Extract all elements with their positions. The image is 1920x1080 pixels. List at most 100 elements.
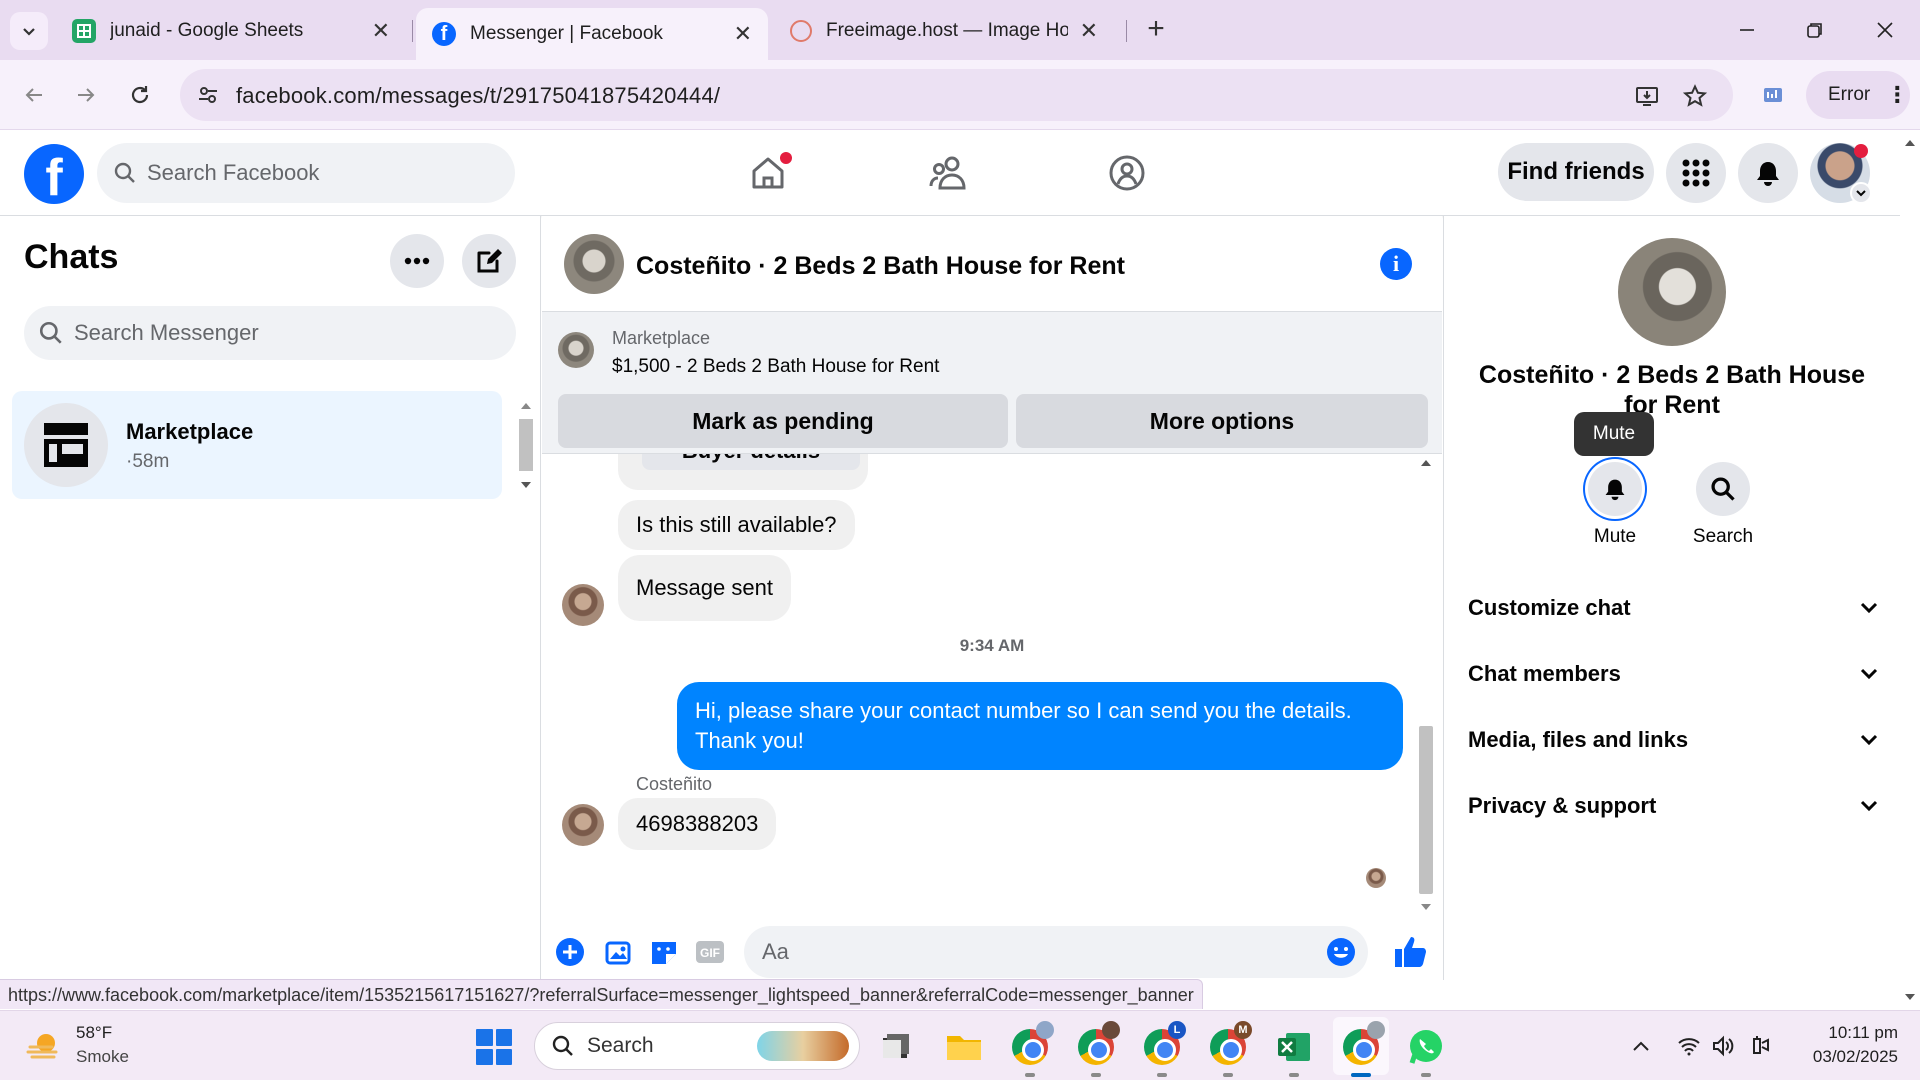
conversation-scrollbar[interactable] [1416, 456, 1436, 916]
site-settings-icon[interactable] [194, 81, 222, 109]
taskbar-search[interactable] [534, 1022, 860, 1070]
close-icon[interactable]: ✕ [372, 18, 390, 44]
search-icon [114, 162, 135, 183]
chevron-down-icon[interactable] [1850, 182, 1872, 204]
running-indicator [1351, 1073, 1371, 1077]
taskbar-app-file-viewer[interactable] [876, 1027, 916, 1067]
address-bar[interactable]: facebook.com/messages/t/2917504187542044… [180, 69, 1733, 121]
notifications-button[interactable] [1738, 143, 1798, 203]
battery-icon[interactable] [1746, 1033, 1772, 1059]
nav-home[interactable] [738, 148, 798, 198]
wifi-icon[interactable] [1676, 1033, 1702, 1059]
minimize-button[interactable] [1722, 10, 1772, 50]
back-button[interactable] [14, 75, 54, 115]
chat-options-button[interactable] [390, 234, 444, 288]
nav-friends[interactable] [918, 148, 978, 198]
tab-freeimage[interactable]: Freeimage.host — Image Hosting ✕ [774, 8, 1114, 54]
taskbar-app-chrome-4[interactable]: M [1208, 1021, 1252, 1077]
clock-date[interactable]: 03/02/2025 [1790, 1047, 1898, 1067]
tab-search-button[interactable] [10, 12, 48, 50]
like-thumb-icon[interactable] [1390, 934, 1430, 970]
info-icon[interactable]: i [1380, 248, 1412, 280]
tab-google-sheets[interactable]: junaid - Google Sheets ✕ [56, 8, 406, 54]
facebook-search[interactable] [97, 143, 515, 203]
messenger-search-input[interactable] [74, 320, 394, 346]
reload-button[interactable] [120, 75, 160, 115]
bookmark-star-icon[interactable] [1680, 81, 1710, 111]
clock-time[interactable]: 10:11 pm [1812, 1023, 1898, 1043]
forward-button[interactable] [66, 75, 106, 115]
windows-logo-icon [495, 1048, 512, 1065]
search-action[interactable]: Search [1683, 462, 1763, 548]
running-indicator [1223, 1073, 1233, 1077]
close-icon[interactable]: ✕ [1080, 18, 1098, 44]
conversation-avatar[interactable] [564, 234, 624, 294]
scrollbar-thumb[interactable] [1419, 726, 1433, 894]
find-friends-button[interactable]: Find friends [1498, 143, 1654, 201]
running-indicator [1025, 1073, 1035, 1077]
profile-error-label: Error [1828, 84, 1871, 105]
chat-list-scrollbar[interactable] [516, 396, 536, 496]
windows-start-button[interactable] [476, 1029, 512, 1065]
taskbar-app-chrome-active[interactable] [1341, 1021, 1385, 1077]
nav-groups[interactable] [1097, 148, 1157, 198]
mute-action[interactable]: Mute [1575, 462, 1655, 548]
taskbar-search-input[interactable] [587, 1034, 757, 1058]
tab-messenger[interactable]: f Messenger | Facebook ✕ [416, 8, 768, 60]
running-indicator [1091, 1073, 1101, 1077]
facebook-search-input[interactable] [147, 160, 467, 186]
page-scrollbar[interactable] [1900, 130, 1920, 1010]
new-tab-button[interactable]: + [1138, 12, 1174, 48]
media-files-links-section[interactable]: Media, files and links [1468, 713, 1878, 767]
taskbar-app-chrome-2[interactable] [1076, 1021, 1120, 1077]
extension-icon[interactable] [1758, 80, 1788, 110]
emoji-icon[interactable] [1326, 937, 1356, 967]
sender-avatar[interactable] [562, 584, 604, 626]
conversation-title[interactable]: Costeñito · 2 Beds 2 Bath House for Rent [636, 252, 1125, 281]
close-window-button[interactable] [1860, 10, 1910, 50]
taskbar-app-chrome-1[interactable] [1010, 1021, 1054, 1077]
conversation-avatar-large[interactable] [1618, 238, 1726, 346]
taskbar-app-excel[interactable] [1274, 1027, 1314, 1077]
customize-chat-section[interactable]: Customize chat [1468, 581, 1878, 635]
photo-icon[interactable] [602, 936, 634, 968]
facebook-logo-icon[interactable]: f [24, 144, 84, 204]
add-attachment-icon[interactable] [554, 936, 586, 968]
more-horizontal-icon [404, 257, 430, 265]
listing-thumbnail [558, 332, 594, 368]
mute-button[interactable] [1588, 462, 1642, 516]
taskbar-app-whatsapp[interactable] [1406, 1027, 1446, 1077]
sticker-icon[interactable] [648, 936, 680, 968]
restore-button[interactable] [1790, 10, 1840, 50]
taskbar-app-file-explorer[interactable] [944, 1027, 984, 1067]
chrome-profile-badge: L [1168, 1021, 1186, 1039]
marketplace-banner[interactable]: Marketplace $1,500 - 2 Beds 2 Bath House… [542, 312, 1442, 454]
menu-button[interactable] [1666, 143, 1726, 203]
mark-as-pending-button[interactable]: Mark as pending [558, 394, 1008, 448]
message-text-field[interactable] [762, 939, 1282, 965]
install-app-icon[interactable] [1632, 81, 1662, 111]
more-options-button[interactable]: More options [1016, 394, 1428, 448]
buyer-details-button[interactable]: Buyer details [642, 454, 860, 470]
new-message-button[interactable] [462, 234, 516, 288]
messenger-search[interactable] [24, 306, 516, 360]
compose-icon [477, 249, 502, 273]
arrow-right-icon [78, 88, 95, 102]
chat-members-section[interactable]: Chat members [1468, 647, 1878, 701]
sender-avatar[interactable] [562, 804, 604, 846]
privacy-support-section[interactable]: Privacy & support [1468, 779, 1878, 833]
section-label: Customize chat [1468, 595, 1631, 620]
taskbar-app-chrome-3[interactable]: L [1142, 1021, 1186, 1077]
close-icon[interactable]: ✕ [734, 21, 752, 47]
volume-icon[interactable] [1710, 1033, 1736, 1059]
weather-smoke-icon[interactable] [26, 1027, 64, 1065]
profile-error-button[interactable]: Error ⋮ [1806, 71, 1910, 119]
show-hidden-icons[interactable] [1628, 1033, 1654, 1059]
gif-icon[interactable]: GIF [694, 936, 726, 968]
url-text: facebook.com/messages/t/2917504187542044… [236, 83, 721, 108]
search-button[interactable] [1696, 462, 1750, 516]
message-input[interactable] [744, 926, 1368, 978]
chevron-up-icon [1633, 1041, 1649, 1051]
chat-item-marketplace[interactable]: Marketplace ·58m [12, 391, 502, 499]
windows-logo-icon [476, 1029, 493, 1046]
